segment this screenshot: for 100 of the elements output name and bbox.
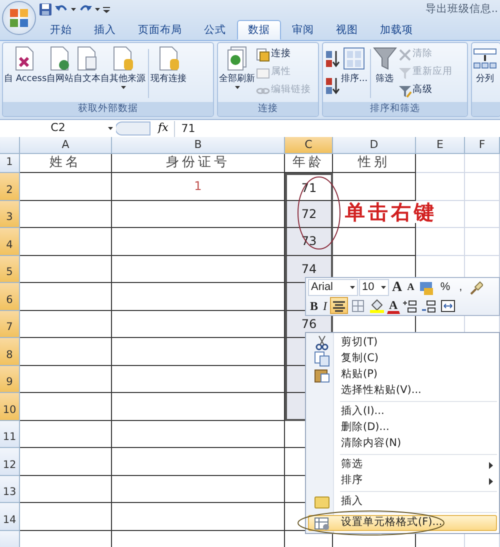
column-header[interactable]: B bbox=[112, 137, 285, 154]
annotation-text: 单击右键 bbox=[345, 201, 437, 223]
scissors-icon bbox=[314, 335, 330, 351]
row-header[interactable]: 6 bbox=[0, 283, 20, 310]
menu-item[interactable]: 清除内容(N) bbox=[308, 436, 497, 452]
row-header[interactable]: 7 bbox=[0, 310, 20, 338]
menu-item[interactable]: 设置单元格格式(F)... bbox=[308, 515, 497, 531]
ribbon-tab[interactable]: 公式 bbox=[193, 20, 237, 40]
format-button[interactable]: % bbox=[436, 279, 454, 296]
menu-item[interactable]: 删除(D)... bbox=[308, 420, 497, 436]
clear-filter-icon bbox=[398, 48, 412, 62]
table-cell bbox=[465, 173, 500, 200]
row-header[interactable]: 1 bbox=[0, 154, 20, 173]
font-size-field[interactable]: 10 bbox=[359, 279, 389, 296]
ribbon-button[interactable]: 自网站 bbox=[46, 45, 74, 86]
caret-icon bbox=[381, 286, 386, 289]
column-header[interactable]: E bbox=[416, 137, 465, 154]
ribbon-button[interactable]: 筛选 bbox=[372, 45, 397, 86]
ribbon-tab[interactable]: 视图 bbox=[325, 20, 369, 40]
menu-item[interactable]: 复制(C) bbox=[308, 351, 497, 367]
merge-cells-button[interactable] bbox=[438, 297, 457, 314]
column-header[interactable]: A bbox=[20, 137, 112, 154]
caret-icon[interactable] bbox=[95, 8, 100, 11]
ribbon-button[interactable]: 高级 bbox=[396, 82, 454, 99]
ribbon-button[interactable]: 全部刷新 bbox=[219, 45, 255, 90]
ribbon-tab[interactable]: 开始 bbox=[39, 20, 83, 40]
insert-function-button[interactable]: fx bbox=[152, 120, 174, 137]
office-button[interactable] bbox=[2, 1, 36, 35]
table-cell: 身份证号 bbox=[112, 154, 285, 173]
merge-cells-icon bbox=[440, 298, 455, 312]
document-icon bbox=[111, 46, 136, 72]
borders-icon bbox=[351, 298, 366, 312]
name-box[interactable]: C2 bbox=[0, 120, 116, 136]
menu-item[interactable]: 排序 bbox=[308, 473, 497, 489]
align-center-button[interactable] bbox=[330, 297, 348, 314]
document-icon bbox=[156, 46, 181, 72]
shrink-font-button[interactable]: A bbox=[405, 279, 416, 296]
group-label: 获取外部数据 bbox=[3, 102, 213, 116]
row-header[interactable]: 13 bbox=[0, 476, 20, 503]
format-button[interactable]: , bbox=[455, 279, 466, 296]
table-cell bbox=[416, 154, 465, 173]
grow-font-button[interactable]: A bbox=[390, 279, 404, 296]
caret-icon[interactable] bbox=[71, 8, 76, 11]
column-header[interactable]: C bbox=[285, 137, 333, 154]
row-header[interactable]: 2 bbox=[0, 173, 20, 200]
customize-icon[interactable] bbox=[103, 6, 110, 12]
row-header[interactable]: 10 bbox=[0, 393, 20, 420]
ribbon-button[interactable]: 自其他来源 bbox=[100, 45, 146, 90]
font-color-button[interactable]: A bbox=[387, 297, 400, 314]
ribbon-button[interactable]: 连接 bbox=[255, 46, 312, 63]
save-icon[interactable] bbox=[39, 3, 52, 16]
row-header[interactable]: 11 bbox=[0, 420, 20, 448]
folder-icon bbox=[314, 494, 330, 510]
ribbon-tab[interactable]: 数据 bbox=[237, 20, 281, 40]
sort-icon bbox=[342, 46, 366, 72]
row-header[interactable]: 14 bbox=[0, 503, 20, 530]
ribbon-button[interactable]: 自 Access bbox=[4, 45, 47, 86]
table-cell bbox=[465, 200, 500, 228]
column-header[interactable]: D bbox=[333, 137, 416, 154]
row-header[interactable]: 12 bbox=[0, 448, 20, 476]
menu-item[interactable]: 粘贴(P) bbox=[308, 367, 497, 383]
column-header[interactable]: F bbox=[465, 137, 500, 154]
connection-icon bbox=[256, 48, 270, 62]
refresh-icon bbox=[225, 46, 249, 72]
table-cell: 性别 bbox=[333, 154, 416, 173]
brush-icon bbox=[469, 280, 484, 294]
fill-color-button[interactable] bbox=[368, 297, 386, 314]
row-header[interactable]: 9 bbox=[0, 366, 20, 393]
ribbon-button[interactable]: 自文本 bbox=[74, 45, 101, 86]
row-header[interactable]: 4 bbox=[0, 228, 20, 256]
menu-item[interactable]: 筛选 bbox=[308, 457, 497, 473]
clipboard-icon bbox=[314, 367, 330, 383]
group-label: 排序和筛选 bbox=[323, 102, 467, 116]
group-label: 连接 bbox=[218, 102, 318, 116]
format-cells-icon bbox=[314, 515, 330, 531]
copy-icon bbox=[314, 351, 330, 367]
ribbon-tab[interactable]: 审阅 bbox=[281, 20, 325, 40]
row-header[interactable]: 3 bbox=[0, 200, 20, 228]
ribbon-button[interactable]: 现有连接 bbox=[150, 45, 187, 86]
table-cell bbox=[416, 228, 465, 256]
menu-item[interactable]: 选择性粘贴(V)... bbox=[308, 383, 497, 399]
menu-item[interactable]: 插入 bbox=[308, 494, 497, 510]
ribbon-tab[interactable]: 插入 bbox=[83, 20, 127, 40]
ribbon-button[interactable]: 分列 bbox=[473, 45, 497, 86]
styles-icon bbox=[419, 280, 434, 294]
ribbon-tab[interactable]: 页面布局 bbox=[127, 20, 193, 40]
ribbon-tab[interactable]: 加载项 bbox=[369, 20, 424, 40]
row-header[interactable]: 8 bbox=[0, 338, 20, 366]
properties-icon bbox=[256, 66, 270, 80]
caret-icon bbox=[108, 126, 113, 130]
ribbon-button[interactable]: 排序... bbox=[341, 45, 368, 86]
menu-item[interactable]: 剪切(T) bbox=[308, 335, 497, 351]
row-header[interactable]: 5 bbox=[0, 256, 20, 283]
fill-color-icon bbox=[370, 298, 384, 312]
table-cell: 姓名 bbox=[20, 154, 112, 173]
font-field[interactable]: Arial bbox=[308, 279, 358, 296]
table-cell: 72 bbox=[285, 200, 333, 228]
filter-icon bbox=[398, 66, 412, 80]
group-label-bar bbox=[472, 102, 500, 116]
menu-item[interactable]: 插入(I)... bbox=[308, 404, 497, 420]
